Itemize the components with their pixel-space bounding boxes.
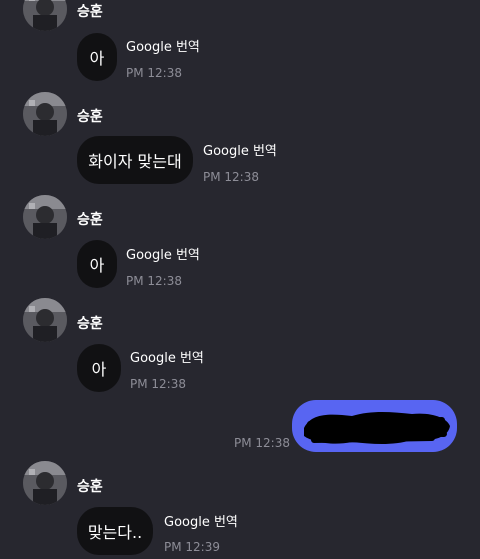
google-translate-link[interactable]: Google 번역: [164, 511, 238, 530]
message-text: 아: [91, 360, 107, 379]
avatar-image: [23, 195, 67, 239]
sender-name[interactable]: 승훈: [77, 1, 103, 21]
avatar-image: [23, 461, 67, 505]
sender-name[interactable]: 승훈: [77, 476, 103, 496]
timestamp: PM 12:38: [126, 274, 182, 288]
google-translate-link[interactable]: Google 번역: [203, 140, 277, 159]
message-bubble[interactable]: 아: [77, 344, 121, 392]
message-bubble[interactable]: 맞는다..: [77, 507, 153, 555]
timestamp: PM 12:38: [203, 170, 259, 184]
message-text: 아: [89, 256, 105, 275]
google-translate-link[interactable]: Google 번역: [126, 36, 200, 55]
message-text: 맞는다..: [87, 523, 143, 542]
avatar[interactable]: [23, 461, 67, 505]
message-bubble[interactable]: 화이자 맞는대: [77, 136, 193, 184]
google-translate-link[interactable]: Google 번역: [130, 347, 204, 366]
timestamp: PM 12:38: [234, 436, 290, 450]
avatar[interactable]: [23, 0, 67, 31]
message-text: 아: [89, 49, 105, 68]
google-translate-link[interactable]: Google 번역: [126, 244, 200, 263]
timestamp: PM 12:38: [130, 377, 186, 391]
message-bubble[interactable]: 아: [77, 33, 117, 81]
timestamp: PM 12:39: [164, 540, 220, 554]
message-text: 화이자 맞는대: [88, 152, 182, 171]
avatar-image: [23, 0, 67, 31]
sender-name[interactable]: 승훈: [77, 106, 103, 126]
message-bubble[interactable]: 아: [77, 240, 117, 288]
redaction-scribble: [304, 412, 450, 444]
sender-name[interactable]: 승훈: [77, 313, 103, 333]
avatar[interactable]: [23, 195, 67, 239]
avatar-image: [23, 298, 67, 342]
avatar[interactable]: [23, 92, 67, 136]
sender-name[interactable]: 승훈: [77, 209, 103, 229]
avatar-image: [23, 92, 67, 136]
outgoing-message-bubble[interactable]: [292, 400, 457, 452]
avatar[interactable]: [23, 298, 67, 342]
timestamp: PM 12:38: [126, 66, 182, 80]
